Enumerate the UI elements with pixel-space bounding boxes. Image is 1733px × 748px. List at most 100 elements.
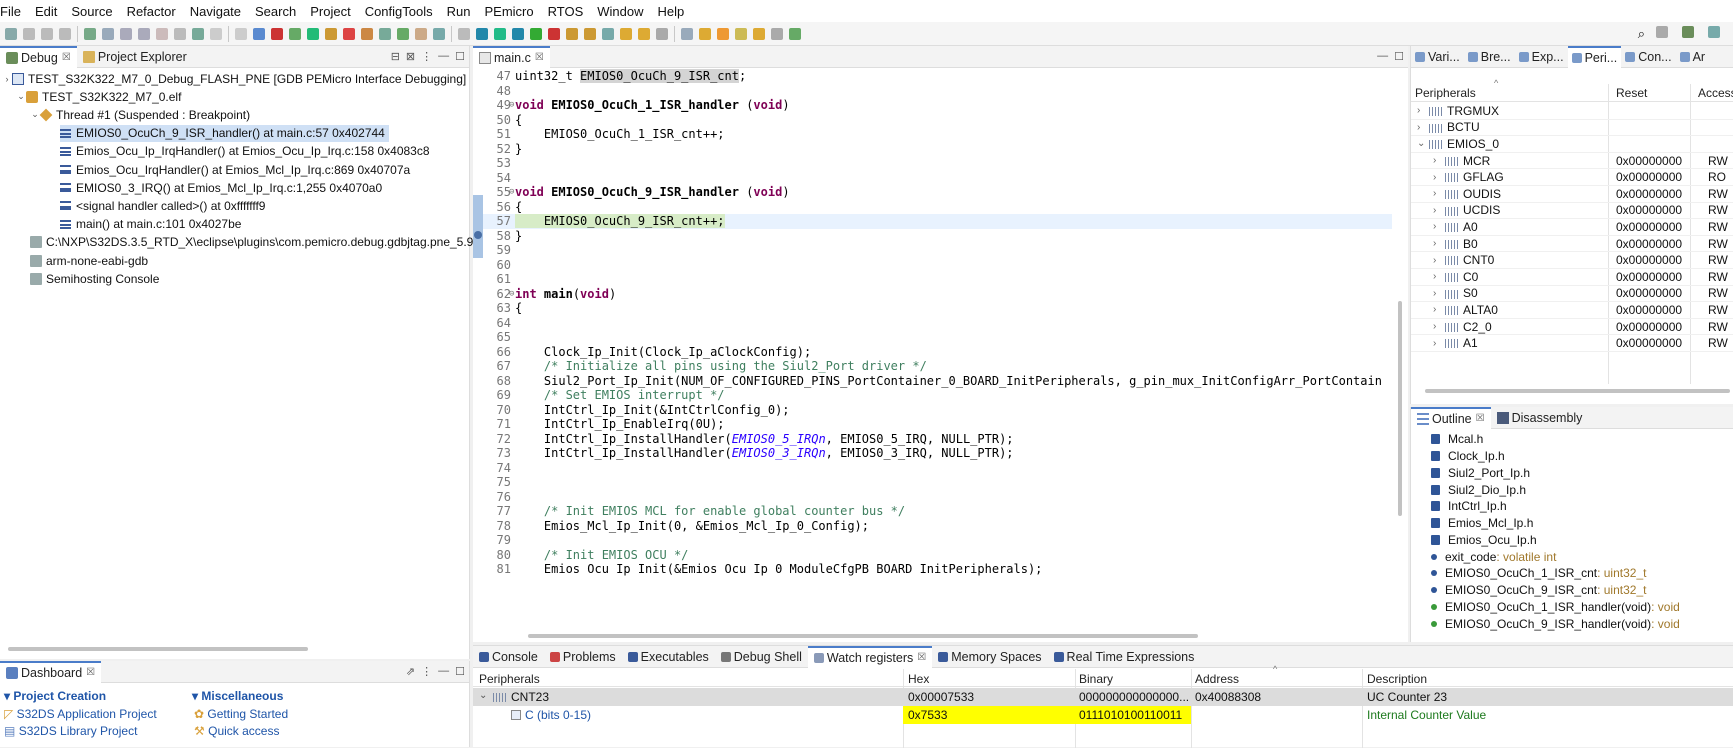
toolbar-button-icon[interactable] — [210, 27, 222, 40]
menu-help[interactable]: Help — [651, 4, 692, 19]
stack-frame-item[interactable]: EMIOS0_OcuCh_9_ISR_handler() at main.c:5… — [60, 124, 389, 142]
peripheral-row[interactable]: › GFLAG 0x00000000 RO — [1411, 169, 1733, 186]
code-line[interactable]: 69 /* Set EMIOS interrupt */ — [483, 388, 1392, 403]
editor-vscrollbar[interactable] — [1398, 301, 1402, 516]
menu-project[interactable]: Project — [303, 4, 357, 19]
code-line[interactable]: 56 { — [483, 200, 1392, 215]
outline-item[interactable]: exit_code : volatile int — [1431, 548, 1556, 565]
stack-frame-item[interactable]: EMIOS0_3_IRQ() at Emios_Mcl_Ip_Irq.c:1,2… — [60, 179, 382, 196]
tab-main-c[interactable]: main.c ☒ — [473, 45, 550, 68]
toolbar-button-icon[interactable] — [476, 27, 488, 40]
tab-exp[interactable]: Exp... — [1515, 46, 1568, 68]
peripheral-row[interactable]: › BCTU — [1411, 120, 1733, 137]
stack-frame-item[interactable]: main() at main.c:101 0x4027be — [60, 216, 241, 233]
chevron-right-icon[interactable]: › — [1433, 205, 1436, 216]
col-description[interactable]: Description — [1367, 672, 1427, 686]
code-line[interactable]: 49 ⊖ void EMIOS0_OcuCh_1_ISR_handler (void… — [483, 98, 1392, 113]
peripheral-row[interactable]: › ALTA0 0x00000000 RW — [1411, 302, 1733, 319]
close-icon[interactable]: ☒ — [1476, 413, 1485, 424]
chevron-right-icon[interactable]: › — [1417, 122, 1420, 133]
toolbar-button-icon[interactable] — [23, 27, 35, 40]
code-line[interactable]: 50 { — [483, 113, 1392, 128]
outline-item[interactable]: Mcal.h — [1431, 431, 1483, 448]
tab-bre[interactable]: Bre... — [1464, 46, 1515, 68]
tab-console[interactable]: Console — [473, 646, 544, 668]
menu-file[interactable]: File — [0, 4, 28, 19]
library-project-link[interactable]: ▤ S32DS Library Project — [4, 724, 137, 738]
chevron-down-icon[interactable]: ⌄ — [1417, 138, 1425, 149]
menu-pemicro[interactable]: PEmicro — [477, 4, 540, 19]
chevron-right-icon[interactable]: › — [1433, 188, 1436, 199]
code-line[interactable]: 79 — [483, 533, 1392, 548]
peripheral-row[interactable]: › A1 0x00000000 RW — [1411, 335, 1733, 352]
code-line[interactable]: 67 /* Initialize all pins using the Siul… — [483, 359, 1392, 374]
toolbar-button-icon[interactable] — [771, 27, 783, 40]
outline-item[interactable]: Siul2_Dio_Ip.h — [1431, 481, 1526, 498]
project-creation-title[interactable]: ▾ Project Creation — [4, 689, 106, 703]
code-line[interactable]: 71 IntCtrl_Ip_EnableIrq(0U); — [483, 417, 1392, 432]
toolbar-button-icon[interactable] — [192, 27, 204, 40]
menu-refactor[interactable]: Refactor — [120, 4, 183, 19]
toolbar-button-icon[interactable] — [584, 27, 596, 40]
col-peripherals[interactable]: Peripherals — [479, 672, 540, 686]
code-line[interactable]: 78 Emios_Mcl_Ip_Init(0, &Emios_Mcl_Ip_0_… — [483, 519, 1392, 534]
debug-hscrollbar[interactable] — [8, 647, 308, 651]
menu-rtos[interactable]: RTOS — [541, 4, 591, 19]
toolbar-button-icon[interactable] — [735, 27, 747, 40]
getting-started-link[interactable]: ✿ Getting Started — [194, 707, 288, 721]
chevron-right-icon[interactable]: › — [1433, 338, 1436, 349]
collapse-all-icon[interactable]: ⊟ — [391, 50, 400, 63]
peripheral-row[interactable]: › S0 0x00000000 RW — [1411, 286, 1733, 303]
toolbar-button-icon[interactable] — [638, 27, 650, 40]
stack-frame-item[interactable]: Emios_Ocu_Ip_IrqHandler() at Emios_Ocu_I… — [60, 143, 430, 160]
chevron-right-icon[interactable]: › — [1417, 105, 1420, 116]
code-line[interactable]: 47 uint32_t EMIOS0_OcuCh_9_ISR_cnt; — [483, 69, 1392, 84]
code-line[interactable]: 80 /* Init EMIOS OCU */ — [483, 548, 1392, 563]
outline-item[interactable]: Emios_Mcl_Ip.h — [1431, 515, 1533, 532]
toolbar-button-icon[interactable] — [289, 27, 301, 40]
code-line[interactable]: 74 — [483, 461, 1392, 476]
peripheral-row[interactable]: › B0 0x00000000 RW — [1411, 236, 1733, 253]
menu-search[interactable]: Search — [248, 4, 303, 19]
col-address[interactable]: Address — [1195, 672, 1239, 686]
toolbar-button-icon[interactable] — [656, 27, 668, 40]
toolbar-button-icon[interactable] — [681, 27, 693, 40]
editor-hscrollbar[interactable] — [528, 634, 1198, 638]
peripheral-row[interactable]: › C2_0 0x00000000 RW — [1411, 319, 1733, 336]
misc-title[interactable]: ▾ Miscellaneous — [192, 689, 283, 703]
breakpoint-icon[interactable] — [474, 231, 482, 239]
toolbar-button-icon[interactable] — [512, 27, 524, 40]
peripheral-row[interactable]: ⌄ EMIOS_0 — [1411, 136, 1733, 153]
code-line[interactable]: 81 Emios Ocu Ip Init(&Emios Ocu Ip 0 Mod… — [483, 562, 1392, 577]
elf-item[interactable]: ⌄ TEST_S32K322_M7_0.elf — [16, 88, 181, 105]
chevron-down-icon[interactable]: ⌄ — [30, 109, 40, 120]
watch-row-field[interactable]: C (bits 0-15) 0x7533 0111010100110011 In… — [473, 706, 1733, 724]
code-line[interactable]: 77 /* Init EMIOS MCL for enable global c… — [483, 504, 1392, 519]
code-line[interactable]: 51 EMIOS0_OcuCh_1_ISR_cnt++; — [483, 127, 1392, 142]
toolbar-button-icon[interactable] — [433, 27, 445, 40]
thread-item[interactable]: ⌄ Thread #1 (Suspended : Breakpoint) — [30, 106, 250, 123]
outline-item[interactable]: EMIOS0_OcuCh_9_ISR_handler(void) : void — [1431, 615, 1680, 632]
tab-debug-shell[interactable]: Debug Shell — [715, 646, 808, 668]
menu-configtools[interactable]: ConfigTools — [358, 4, 440, 19]
chevron-right-icon[interactable]: › — [1433, 238, 1436, 249]
toolbar-button-icon[interactable] — [271, 27, 283, 40]
chevron-right-icon[interactable]: › — [1433, 255, 1436, 266]
maximize-icon[interactable]: ☐ — [455, 50, 465, 63]
code-line[interactable]: 55 ⊖ void EMIOS0_OcuCh_9_ISR_handler (void… — [483, 185, 1392, 200]
app-project-link[interactable]: ◸ S32DS Application Project — [4, 707, 157, 721]
code-line[interactable]: 61 — [483, 272, 1392, 287]
code-line[interactable]: 52} — [483, 142, 1392, 157]
chevron-right-icon[interactable]: › — [1433, 155, 1436, 166]
col-access[interactable]: Access — [1698, 86, 1733, 100]
watch-row-cnt23[interactable]: ⌄ CNT23 0x00007533 000000000000000... 0x… — [473, 688, 1733, 706]
minimize-icon[interactable]: ― — [1377, 50, 1388, 63]
outline-item[interactable]: IntCtrl_Ip.h — [1431, 498, 1507, 515]
quick-access-link[interactable]: ⚒ Quick access — [194, 724, 279, 738]
chevron-right-icon[interactable]: › — [1433, 321, 1436, 332]
peripheral-row[interactable]: › CNT0 0x00000000 RW — [1411, 252, 1733, 269]
close-icon[interactable]: ☒ — [535, 52, 544, 63]
toolbar-button-icon[interactable] — [361, 27, 373, 40]
tab-outline[interactable]: Outline ☒ — [1411, 407, 1491, 429]
code-line[interactable]: 76 — [483, 490, 1392, 505]
